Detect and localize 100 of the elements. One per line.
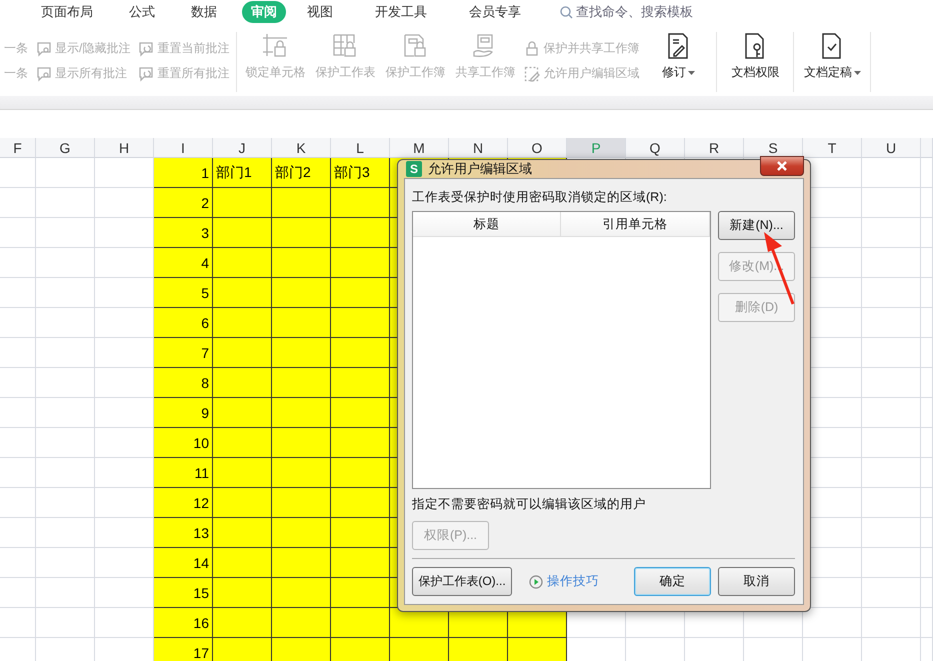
column-header[interactable]: K <box>272 138 331 158</box>
sheet-cell[interactable] <box>331 608 390 638</box>
sheet-cell[interactable]: 2 <box>154 188 213 218</box>
ribbon-button[interactable]: 文档权限 <box>720 26 790 96</box>
column-header[interactable]: S <box>744 138 803 158</box>
sheet-cell[interactable]: 9 <box>154 398 213 428</box>
sheet-cell[interactable]: 10 <box>154 428 213 458</box>
sheet-cell[interactable]: 3 <box>154 218 213 248</box>
sheet-cell[interactable] <box>272 278 331 308</box>
tips-link[interactable]: 操作技巧 <box>529 573 627 590</box>
sheet-cell[interactable] <box>331 548 390 578</box>
sheet-cell[interactable] <box>272 308 331 338</box>
menu-tab[interactable]: 视图 <box>298 1 342 23</box>
sheet-cell[interactable]: 11 <box>154 458 213 488</box>
sheet-cell[interactable] <box>213 578 272 608</box>
sheet-cell[interactable]: 部门1 <box>213 158 272 188</box>
column-header[interactable]: J <box>213 138 272 158</box>
sheet-cell[interactable] <box>272 248 331 278</box>
sheet-cell[interactable] <box>508 638 567 661</box>
sheet-cell[interactable]: 5 <box>154 278 213 308</box>
side-button[interactable]: 新建(N)... <box>718 211 795 240</box>
sheet-cell[interactable] <box>213 368 272 398</box>
sheet-cell[interactable]: 6 <box>154 308 213 338</box>
sheet-cell[interactable] <box>213 338 272 368</box>
sheet-cell[interactable]: 17 <box>154 638 213 661</box>
sheet-cell[interactable] <box>213 518 272 548</box>
sheet-cell[interactable]: 15 <box>154 578 213 608</box>
sheet-cell[interactable] <box>272 188 331 218</box>
column-header[interactable]: T <box>803 138 862 158</box>
menu-tab[interactable]: 会员专享 <box>460 1 530 23</box>
sheet-cell[interactable] <box>272 458 331 488</box>
column-header[interactable]: H <box>95 138 154 158</box>
sheet-cell[interactable] <box>331 428 390 458</box>
sheet-cell[interactable] <box>331 518 390 548</box>
sheet-cell[interactable] <box>272 398 331 428</box>
sheet-cell[interactable]: 8 <box>154 368 213 398</box>
sheet-cell[interactable]: 7 <box>154 338 213 368</box>
sheet-cell[interactable]: 部门3 <box>331 158 390 188</box>
sheet-cell[interactable] <box>213 638 272 661</box>
cancel-button[interactable]: 取消 <box>718 567 795 596</box>
column-header[interactable] <box>921 138 933 158</box>
column-header[interactable]: M <box>390 138 449 158</box>
list-column-header[interactable]: 引用单元格 <box>561 212 710 236</box>
sheet-cell[interactable] <box>331 278 390 308</box>
sheet-cell[interactable]: 4 <box>154 248 213 278</box>
sheet-cell[interactable]: 16 <box>154 608 213 638</box>
sheet-cell[interactable] <box>331 458 390 488</box>
column-header[interactable]: G <box>36 138 95 158</box>
sheet-cell[interactable] <box>331 188 390 218</box>
search-field[interactable]: 查找命令、搜索模板 <box>576 3 693 21</box>
ribbon-button[interactable]: 修订 <box>643 26 714 96</box>
sheet-cell[interactable] <box>272 368 331 398</box>
sheet-cell[interactable]: 13 <box>154 518 213 548</box>
sheet-cell[interactable] <box>213 608 272 638</box>
sheet-cell[interactable] <box>213 488 272 518</box>
column-header[interactable]: L <box>331 138 390 158</box>
menu-tab[interactable]: 页面布局 <box>32 1 102 23</box>
column-header[interactable]: N <box>449 138 508 158</box>
sheet-cell[interactable] <box>331 308 390 338</box>
sheet-cell[interactable] <box>272 548 331 578</box>
sheet-cell[interactable] <box>272 488 331 518</box>
sheet-cell[interactable] <box>331 638 390 661</box>
sheet-cell[interactable] <box>272 218 331 248</box>
sheet-cell[interactable]: 1 <box>154 158 213 188</box>
sheet-cell[interactable] <box>272 638 331 661</box>
protect-sheet-button[interactable]: 保护工作表(O)... <box>412 567 512 596</box>
column-header[interactable]: F <box>0 138 36 158</box>
ranges-list[interactable]: 标题 引用单元格 <box>412 211 711 489</box>
sheet-cell[interactable] <box>213 188 272 218</box>
column-header[interactable]: R <box>685 138 744 158</box>
sheet-cell[interactable] <box>213 428 272 458</box>
sheet-cell[interactable] <box>331 398 390 428</box>
sheet-cell[interactable] <box>272 338 331 368</box>
sheet-cell[interactable] <box>213 218 272 248</box>
ribbon-button[interactable]: 文档定稿 <box>797 26 868 96</box>
sheet-cell[interactable]: 部门2 <box>272 158 331 188</box>
sheet-cell[interactable] <box>213 548 272 578</box>
close-button[interactable] <box>760 156 804 176</box>
sheet-cell[interactable] <box>331 338 390 368</box>
column-header[interactable]: I <box>154 138 213 158</box>
sheet-cell[interactable] <box>213 308 272 338</box>
list-column-header[interactable]: 标题 <box>413 212 561 236</box>
sheet-cell[interactable] <box>272 608 331 638</box>
sheet-cell[interactable] <box>213 398 272 428</box>
sheet-cell[interactable] <box>272 578 331 608</box>
column-header[interactable]: O <box>508 138 567 158</box>
sheet-cell[interactable] <box>213 248 272 278</box>
sheet-cell[interactable] <box>390 638 449 661</box>
sheet-cell[interactable] <box>331 488 390 518</box>
menu-tab[interactable]: 开发工具 <box>366 1 436 23</box>
sheet-cell[interactable] <box>331 578 390 608</box>
menu-tab[interactable]: 数据 <box>182 1 226 23</box>
sheet-cell[interactable] <box>331 218 390 248</box>
menu-tab[interactable]: 公式 <box>120 1 164 23</box>
sheet-cell[interactable] <box>213 458 272 488</box>
column-header[interactable]: Q <box>626 138 685 158</box>
sheet-cell[interactable]: 14 <box>154 548 213 578</box>
sheet-cell[interactable] <box>449 638 508 661</box>
sheet-cell[interactable]: 12 <box>154 488 213 518</box>
sheet-cell[interactable] <box>213 278 272 308</box>
